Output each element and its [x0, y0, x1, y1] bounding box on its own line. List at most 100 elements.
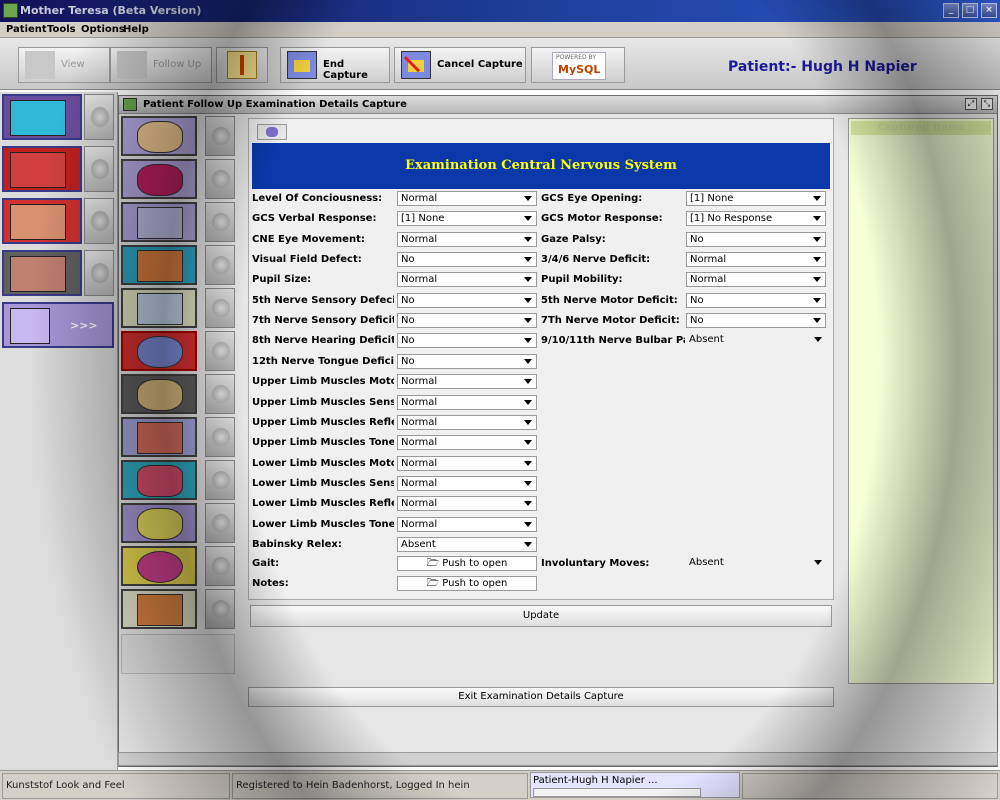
- brain-tab-icon: [266, 127, 278, 137]
- frame-maximize-icon[interactable]: ⤡: [981, 98, 993, 110]
- exam-item-blood[interactable]: [121, 460, 235, 500]
- patient-tab-scrollbar[interactable]: [533, 788, 701, 797]
- chevron-down-icon: [524, 338, 532, 343]
- left-field-select[interactable]: Normal: [397, 517, 537, 532]
- left-field-select[interactable]: Normal: [397, 496, 537, 511]
- left-field-select[interactable]: Normal: [397, 395, 537, 410]
- select-value: Normal: [401, 417, 438, 428]
- notes-push-button[interactable]: 🗁 Push to open: [397, 576, 537, 591]
- left-field-select[interactable]: Normal: [397, 374, 537, 389]
- right-field-select[interactable]: Normal: [686, 252, 826, 267]
- left-field-select[interactable]: Normal: [397, 272, 537, 287]
- view-button[interactable]: View: [18, 47, 110, 83]
- horizontal-scrollbar[interactable]: [118, 752, 998, 766]
- follow-up-button[interactable]: Follow Up: [110, 47, 212, 83]
- menu-help[interactable]: Help: [123, 24, 149, 35]
- exam-item-gender[interactable]: [121, 546, 235, 586]
- exam-item-other[interactable]: [121, 589, 235, 629]
- left-field-select[interactable]: Absent: [397, 537, 537, 552]
- exam-item-eyes[interactable]: [121, 503, 235, 543]
- menu-patient[interactable]: Patient: [6, 24, 47, 35]
- end-capture-button[interactable]: End Capture: [280, 47, 390, 83]
- left-field-select[interactable]: No: [397, 313, 537, 328]
- update-button[interactable]: Update: [250, 605, 832, 627]
- exam-item-brain[interactable]: [121, 331, 235, 371]
- left-field-label: Pupil Size:: [252, 274, 312, 285]
- frame-restore-icon[interactable]: ⤢: [965, 98, 977, 110]
- left-item-head[interactable]: [2, 94, 116, 140]
- right-field-select[interactable]: No: [686, 313, 826, 328]
- cancel-capture-button[interactable]: Cancel Capture: [394, 47, 526, 83]
- select-value: Normal: [401, 234, 438, 245]
- view-icon: [25, 51, 55, 79]
- status-bar: Kunststof Look and Feel Registered to He…: [0, 770, 1000, 800]
- exam-item-skeleton[interactable]: [121, 288, 235, 328]
- chevron-down-icon: [813, 257, 821, 262]
- exam-item-abdomen[interactable]: [121, 245, 235, 285]
- info-button[interactable]: [216, 47, 268, 83]
- left-field-select[interactable]: No: [397, 354, 537, 369]
- end-capture-icon: [287, 51, 317, 79]
- brain-tab[interactable]: [257, 124, 287, 140]
- exit-examination-button[interactable]: Exit Examination Details Capture: [248, 687, 834, 707]
- exam-item-heart[interactable]: [121, 159, 235, 199]
- exam-item-ear[interactable]: [121, 374, 235, 414]
- menu-options[interactable]: Options: [81, 24, 125, 35]
- left-field-select[interactable]: [1] None: [397, 211, 537, 226]
- left-item-person[interactable]: [2, 250, 116, 296]
- close-button[interactable]: ×: [981, 3, 997, 18]
- end-capture-label: End Capture: [323, 59, 368, 81]
- minimize-button[interactable]: _: [943, 3, 959, 18]
- select-value: No: [401, 254, 415, 265]
- involuntary-moves-select[interactable]: Absent: [686, 556, 826, 571]
- gait-push-button[interactable]: 🗁 Push to open: [397, 556, 537, 571]
- left-field-select[interactable]: Normal: [397, 191, 537, 206]
- right-field-select[interactable]: No: [686, 232, 826, 247]
- right-field-select[interactable]: Normal: [686, 272, 826, 287]
- left-item-face[interactable]: [2, 146, 116, 192]
- person-icon: [2, 250, 82, 296]
- left-field-select[interactable]: Normal: [397, 415, 537, 430]
- cancel-capture-label: Cancel Capture: [437, 59, 523, 70]
- right-field-select[interactable]: Absent: [686, 333, 826, 348]
- mysql-powered-text: POWERED BY: [556, 54, 597, 61]
- exam-item-skin[interactable]: [121, 417, 235, 457]
- exam-header-title: Examination Central Nervous System: [405, 158, 677, 173]
- exam-item-lungs[interactable]: [121, 202, 235, 242]
- chevron-down-icon: [813, 216, 821, 221]
- left-field-select[interactable]: Normal: [397, 232, 537, 247]
- right-field-label: 9/10/11th Nerve Bulbar Palsy:: [541, 335, 685, 346]
- folder-icon: 🗁: [426, 578, 443, 589]
- left-item-patient[interactable]: [2, 198, 116, 244]
- left-field-select[interactable]: No: [397, 252, 537, 267]
- left-field-select[interactable]: Normal: [397, 456, 537, 471]
- right-field-select[interactable]: [1] None: [686, 191, 826, 206]
- maximize-button[interactable]: □: [962, 3, 978, 18]
- chevron-down-icon: [524, 461, 532, 466]
- select-value: Normal: [401, 193, 438, 204]
- chevron-down-icon: [813, 277, 821, 282]
- exam-item-head[interactable]: [121, 116, 235, 156]
- chevron-down-icon: [524, 277, 532, 282]
- left-field-select[interactable]: No: [397, 333, 537, 348]
- left-field-label: Level Of Conciousness:: [252, 193, 383, 204]
- patient-status-tab[interactable]: Patient-Hugh H Napier ...: [530, 772, 740, 798]
- select-value: Normal: [690, 274, 727, 285]
- mysql-text: MySQL: [558, 63, 601, 76]
- right-field-select[interactable]: No: [686, 293, 826, 308]
- select-value: Normal: [401, 519, 438, 530]
- left-item-more[interactable]: >>>: [2, 302, 116, 348]
- left-field-select[interactable]: Normal: [397, 435, 537, 450]
- left-field-label: Upper Limb Muscles Reflex:: [252, 417, 394, 428]
- select-value: Absent: [401, 539, 436, 550]
- notes-label: Notes:: [252, 578, 289, 589]
- left-field-label: CNE Eye Movement:: [252, 234, 365, 245]
- patient-tab-label: Patient-Hugh H Napier ...: [533, 775, 658, 786]
- status-empty: [742, 773, 998, 799]
- menu-tools[interactable]: Tools: [47, 24, 76, 35]
- right-field-select[interactable]: [1] No Response: [686, 211, 826, 226]
- left-field-select[interactable]: Normal: [397, 476, 537, 491]
- left-field-select[interactable]: No: [397, 293, 537, 308]
- chevron-down-icon: [524, 440, 532, 445]
- chevron-down-icon: [524, 501, 532, 506]
